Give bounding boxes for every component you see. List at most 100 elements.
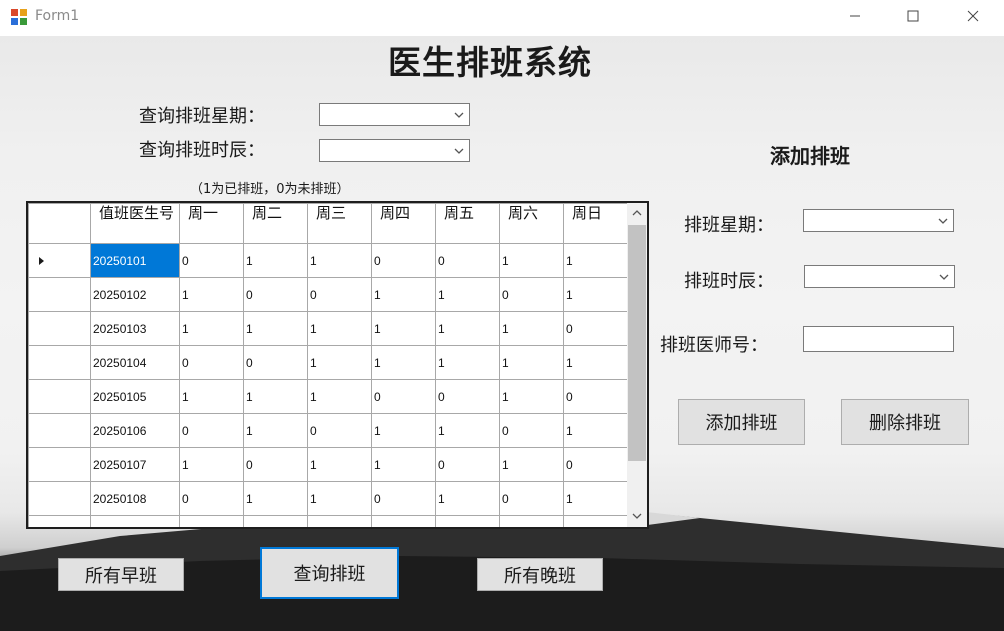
- row-header[interactable]: [28, 515, 91, 527]
- cell-schedule-flag[interactable]: 1: [179, 447, 244, 482]
- query-schedule-button[interactable]: 查询排班: [260, 547, 399, 599]
- cell-schedule-flag[interactable]: 0: [435, 243, 500, 278]
- cell-doctor-id[interactable]: 20250101: [90, 243, 180, 278]
- cell-schedule-flag[interactable]: 1: [435, 277, 500, 312]
- row-header[interactable]: [28, 345, 91, 380]
- cell-schedule-flag[interactable]: 0: [307, 413, 372, 448]
- cell-schedule-flag[interactable]: [499, 515, 564, 527]
- cell-schedule-flag[interactable]: [435, 515, 500, 527]
- cell-schedule-flag[interactable]: 1: [563, 277, 628, 312]
- cell-schedule-flag[interactable]: 0: [307, 277, 372, 312]
- cell-schedule-flag[interactable]: 1: [499, 447, 564, 482]
- cell-schedule-flag[interactable]: 1: [307, 379, 372, 414]
- cell-schedule-flag[interactable]: 1: [179, 277, 244, 312]
- cell-schedule-flag[interactable]: 0: [371, 481, 436, 516]
- cell-schedule-flag[interactable]: 1: [435, 311, 500, 346]
- cell-schedule-flag[interactable]: 0: [243, 345, 308, 380]
- cell-schedule-flag[interactable]: 1: [243, 311, 308, 346]
- cell-schedule-flag[interactable]: 0: [371, 243, 436, 278]
- cell-schedule-flag[interactable]: 0: [179, 481, 244, 516]
- cell-schedule-flag[interactable]: 0: [435, 379, 500, 414]
- cell-schedule-flag[interactable]: 1: [499, 243, 564, 278]
- all-morning-shifts-button[interactable]: 所有早班: [58, 558, 184, 591]
- cell-schedule-flag[interactable]: 1: [243, 243, 308, 278]
- cell-schedule-flag[interactable]: 0: [179, 413, 244, 448]
- cell-schedule-flag[interactable]: 0: [243, 447, 308, 482]
- cell-schedule-flag[interactable]: 1: [307, 311, 372, 346]
- grid-vertical-scrollbar[interactable]: [627, 203, 647, 527]
- minimize-button[interactable]: [832, 0, 878, 32]
- row-header[interactable]: [28, 481, 91, 516]
- cell-doctor-id[interactable]: 20250108: [90, 481, 180, 516]
- cell-schedule-flag[interactable]: 1: [563, 413, 628, 448]
- cell-schedule-flag[interactable]: 0: [179, 243, 244, 278]
- cell-doctor-id[interactable]: 20250106: [90, 413, 180, 448]
- cell-schedule-flag[interactable]: 1: [307, 481, 372, 516]
- cell-schedule-flag[interactable]: 1: [371, 345, 436, 380]
- maximize-button[interactable]: [890, 0, 936, 32]
- cell-schedule-flag[interactable]: 1: [307, 345, 372, 380]
- table-row[interactable]: 20250108 0 1 1 0 1 0 1: [28, 481, 628, 516]
- table-row[interactable]: 20250105 1 1 1 0 0 1 0: [28, 379, 628, 414]
- schedule-datagrid[interactable]: 值班医生号 周一 周二 周三 周四 周五 周六 周日 20250101 0 1 1 0 0…: [26, 201, 649, 529]
- cell-schedule-flag[interactable]: 1: [307, 243, 372, 278]
- cell-schedule-flag[interactable]: 1: [179, 311, 244, 346]
- cell-schedule-flag[interactable]: [371, 515, 436, 527]
- cell-doctor-id[interactable]: 20250107: [90, 447, 180, 482]
- cell-schedule-flag[interactable]: [563, 515, 628, 527]
- scroll-down-icon[interactable]: [631, 511, 643, 521]
- cell-schedule-flag[interactable]: 1: [307, 447, 372, 482]
- cell-schedule-flag[interactable]: 1: [563, 345, 628, 380]
- add-weekday-combobox[interactable]: [803, 209, 954, 232]
- cell-schedule-flag[interactable]: 1: [371, 413, 436, 448]
- cell-schedule-flag[interactable]: 0: [499, 481, 564, 516]
- cell-schedule-flag[interactable]: 0: [179, 345, 244, 380]
- cell-schedule-flag[interactable]: 1: [179, 379, 244, 414]
- row-header[interactable]: [28, 311, 91, 346]
- cell-schedule-flag[interactable]: 0: [243, 277, 308, 312]
- cell-schedule-flag[interactable]: 0: [499, 413, 564, 448]
- close-button[interactable]: [950, 0, 996, 32]
- cell-schedule-flag[interactable]: 0: [563, 311, 628, 346]
- row-header[interactable]: [28, 447, 91, 482]
- scrollbar-thumb[interactable]: [628, 225, 646, 461]
- cell-doctor-id[interactable]: 20250109: [90, 515, 180, 527]
- cell-schedule-flag[interactable]: 1: [179, 515, 244, 527]
- cell-schedule-flag[interactable]: 0: [371, 379, 436, 414]
- cell-doctor-id[interactable]: 20250103: [90, 311, 180, 346]
- column-header-wed[interactable]: 周三: [307, 203, 372, 244]
- delete-schedule-button[interactable]: 删除排班: [841, 399, 969, 445]
- add-timeslot-combobox[interactable]: [804, 265, 955, 288]
- row-header[interactable]: [28, 413, 91, 448]
- column-header-sun[interactable]: 周日: [563, 203, 628, 244]
- all-evening-shifts-button[interactable]: 所有晚班: [477, 558, 603, 591]
- row-header[interactable]: [28, 243, 91, 278]
- cell-schedule-flag[interactable]: 1: [435, 481, 500, 516]
- cell-schedule-flag[interactable]: 1: [435, 345, 500, 380]
- row-header[interactable]: [28, 277, 91, 312]
- column-header-sat[interactable]: 周六: [499, 203, 564, 244]
- cell-schedule-flag[interactable]: 1: [243, 413, 308, 448]
- cell-schedule-flag[interactable]: 1: [499, 379, 564, 414]
- cell-schedule-flag[interactable]: 1: [371, 311, 436, 346]
- cell-doctor-id[interactable]: 20250102: [90, 277, 180, 312]
- table-row[interactable]: 20250101 0 1 1 0 0 1 1: [28, 243, 628, 278]
- column-header-tue[interactable]: 周二: [243, 203, 308, 244]
- add-doctor-id-input[interactable]: [803, 326, 954, 352]
- cell-schedule-flag[interactable]: 0: [563, 379, 628, 414]
- cell-schedule-flag[interactable]: 0: [563, 447, 628, 482]
- cell-schedule-flag[interactable]: 0: [435, 447, 500, 482]
- add-schedule-button[interactable]: 添加排班: [678, 399, 805, 445]
- cell-doctor-id[interactable]: 20250105: [90, 379, 180, 414]
- table-row[interactable]: 20250102 1 0 0 1 1 0 1: [28, 277, 628, 312]
- cell-schedule-flag[interactable]: 0: [499, 277, 564, 312]
- cell-schedule-flag[interactable]: 1: [499, 311, 564, 346]
- cell-schedule-flag[interactable]: 1: [499, 345, 564, 380]
- query-weekday-combobox[interactable]: [319, 103, 470, 126]
- column-header-thu[interactable]: 周四: [371, 203, 436, 244]
- cell-schedule-flag[interactable]: 1: [243, 481, 308, 516]
- table-row[interactable]: 20250104 0 0 1 1 1 1 1: [28, 345, 628, 380]
- row-header[interactable]: [28, 379, 91, 414]
- cell-schedule-flag[interactable]: 1: [563, 243, 628, 278]
- cell-schedule-flag[interactable]: 1: [435, 413, 500, 448]
